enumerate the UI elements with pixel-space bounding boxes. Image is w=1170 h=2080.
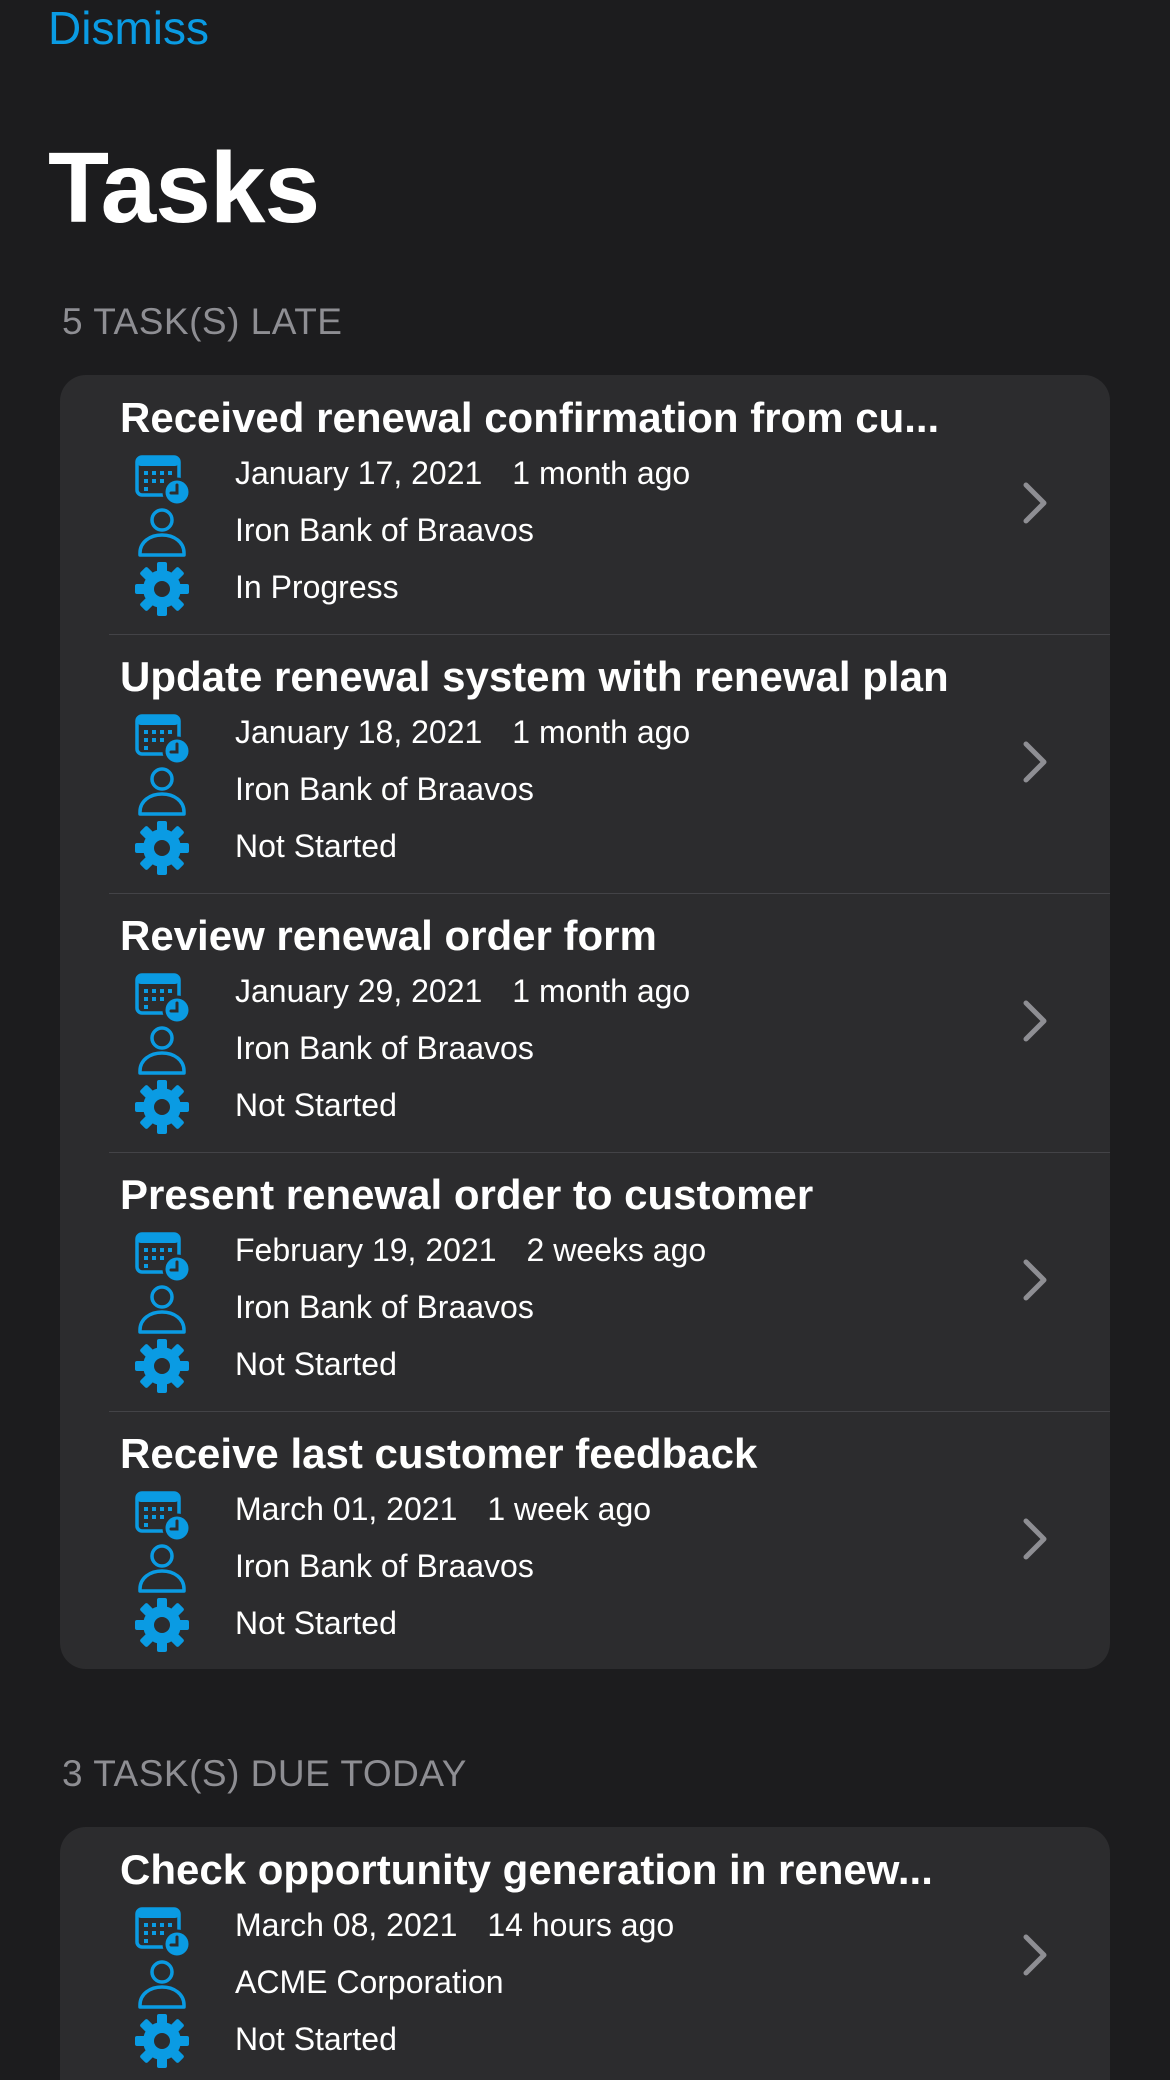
- task-row[interactable]: Present renewal order to customer Februar…: [60, 1152, 1110, 1411]
- calendar-clock-icon: [134, 969, 192, 1025]
- task-relative-time: 14 hours ago: [487, 1907, 675, 1943]
- task-due-date: March 08, 2021: [235, 1907, 458, 1943]
- task-status: Not Started: [235, 1605, 397, 1641]
- chevron-right-icon: [1020, 739, 1050, 785]
- task-account: Iron Bank of Braavos: [235, 512, 534, 548]
- person-icon: [134, 766, 190, 820]
- gear-icon: [134, 1598, 190, 1652]
- person-icon: [134, 507, 190, 561]
- task-status: Not Started: [235, 2021, 397, 2057]
- chevron-right-icon: [1020, 1257, 1050, 1303]
- task-row[interactable]: Receive last customer feedback March 01, …: [60, 1411, 1110, 1669]
- gear-icon: [134, 1080, 190, 1134]
- person-icon: [134, 1543, 190, 1597]
- late-tasks-card: Received renewal confirmation from cu...…: [60, 375, 1110, 1669]
- calendar-clock-icon: [134, 451, 192, 507]
- task-due-date: January 29, 2021: [235, 973, 483, 1009]
- section-header-due-today: 3 TASK(S) DUE TODAY: [62, 1753, 467, 1794]
- calendar-clock-icon: [134, 1903, 192, 1959]
- task-row[interactable]: Received renewal confirmation from cu...…: [60, 375, 1110, 634]
- calendar-clock-icon: [134, 1228, 192, 1284]
- dismiss-button[interactable]: Dismiss: [48, 0, 209, 56]
- page-title: Tasks: [48, 132, 320, 244]
- task-relative-time: 1 month ago: [512, 455, 691, 491]
- task-status: In Progress: [235, 569, 399, 605]
- chevron-right-icon: [1020, 998, 1050, 1044]
- person-icon: [134, 1284, 190, 1338]
- task-title: Receive last customer feedback: [120, 1430, 758, 1477]
- task-account: Iron Bank of Braavos: [235, 1030, 534, 1066]
- task-title: Check opportunity generation in renew...: [120, 1846, 933, 1893]
- task-due-date-line: January 18, 2021 1 month ago: [235, 712, 690, 752]
- gear-icon: [134, 2014, 190, 2068]
- chevron-right-icon: [1020, 1932, 1050, 1978]
- task-row[interactable]: Review renewal order form January 29, 202…: [60, 893, 1110, 1152]
- chevron-right-icon: [1020, 1516, 1050, 1562]
- task-due-date: March 01, 2021: [235, 1491, 458, 1527]
- due-today-tasks-card: Check opportunity generation in renew...…: [60, 1827, 1110, 2080]
- task-due-date: February 19, 2021: [235, 1232, 497, 1268]
- task-title: Update renewal system with renewal plan: [120, 653, 949, 700]
- task-status: Not Started: [235, 828, 397, 864]
- task-account: Iron Bank of Braavos: [235, 771, 534, 807]
- task-due-date: January 18, 2021: [235, 714, 483, 750]
- task-due-date-line: January 17, 2021 1 month ago: [235, 453, 690, 493]
- task-title: Review renewal order form: [120, 912, 657, 959]
- task-due-date-line: March 01, 2021 1 week ago: [235, 1489, 651, 1529]
- task-due-date-line: March 08, 2021 14 hours ago: [235, 1905, 674, 1945]
- person-icon: [134, 1025, 190, 1079]
- task-relative-time: 1 week ago: [487, 1491, 652, 1527]
- gear-icon: [134, 1339, 190, 1393]
- task-status: Not Started: [235, 1087, 397, 1123]
- task-account: Iron Bank of Braavos: [235, 1548, 534, 1584]
- calendar-clock-icon: [134, 1487, 192, 1543]
- section-header-late: 5 TASK(S) LATE: [62, 301, 343, 342]
- task-due-date-line: February 19, 2021 2 weeks ago: [235, 1230, 706, 1270]
- task-row[interactable]: Update renewal system with renewal plan J…: [60, 634, 1110, 893]
- task-relative-time: 2 weeks ago: [526, 1232, 707, 1268]
- task-status: Not Started: [235, 1346, 397, 1382]
- person-icon: [134, 1959, 190, 2013]
- tasks-screen: Dismiss Tasks 5 TASK(S) LATE Received re…: [0, 0, 1170, 2080]
- task-due-date-line: January 29, 2021 1 month ago: [235, 971, 690, 1011]
- task-row[interactable]: Check opportunity generation in renew...…: [60, 1827, 1110, 2080]
- task-account: ACME Corporation: [235, 1964, 504, 2000]
- gear-icon: [134, 562, 190, 616]
- task-title: Present renewal order to customer: [120, 1171, 814, 1218]
- task-title: Received renewal confirmation from cu...: [120, 394, 940, 441]
- task-account: Iron Bank of Braavos: [235, 1289, 534, 1325]
- task-due-date: January 17, 2021: [235, 455, 483, 491]
- task-relative-time: 1 month ago: [512, 714, 691, 750]
- task-relative-time: 1 month ago: [512, 973, 691, 1009]
- gear-icon: [134, 821, 190, 875]
- chevron-right-icon: [1020, 480, 1050, 526]
- calendar-clock-icon: [134, 710, 192, 766]
